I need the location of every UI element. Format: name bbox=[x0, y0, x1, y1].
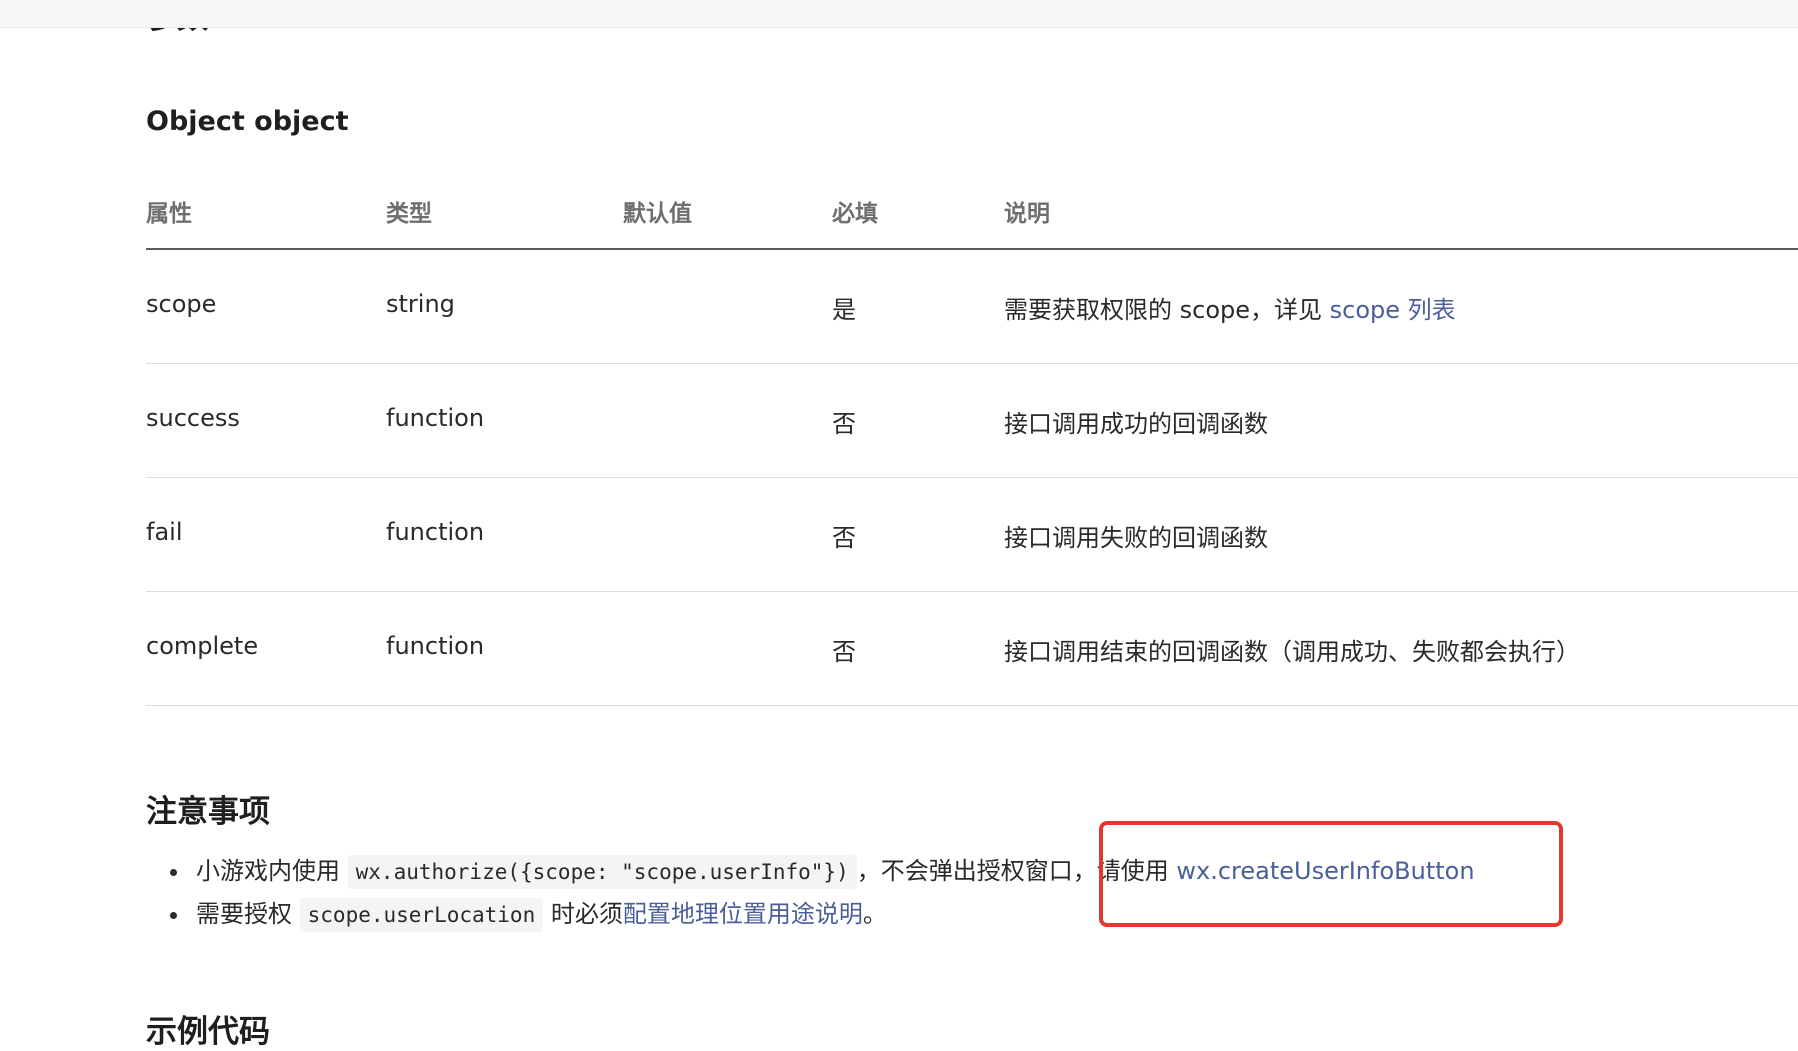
table-row: scope string 是 需要获取权限的 scope，详见 scope 列表 bbox=[146, 250, 1798, 364]
header-property: 属性 bbox=[146, 201, 192, 227]
cell-type: string bbox=[386, 290, 455, 318]
cell-description: 接口调用结束的回调函数（调用成功、失败都会执行） bbox=[1004, 638, 1580, 666]
cell-type: function bbox=[386, 404, 485, 432]
cell-required: 是 bbox=[832, 296, 856, 324]
object-heading: Object object bbox=[146, 106, 349, 137]
bullet-icon bbox=[170, 912, 177, 919]
top-bar bbox=[0, 0, 1798, 28]
cell-description: 需要获取权限的 scope，详见 scope 列表 bbox=[1004, 290, 1456, 325]
cell-name: fail bbox=[146, 518, 183, 546]
cell-name: complete bbox=[146, 632, 259, 660]
cell-required: 否 bbox=[832, 638, 856, 666]
note-pre: 需要授权 bbox=[196, 900, 300, 928]
notes-heading: 注意事项 bbox=[146, 794, 270, 830]
example-heading: 示例代码 bbox=[146, 1014, 270, 1050]
highlight-annotation-box bbox=[1099, 821, 1563, 927]
header-required: 必填 bbox=[832, 201, 878, 227]
table-row: complete function 否 接口调用结束的回调函数（调用成功、失败都… bbox=[146, 592, 1798, 706]
location-config-link[interactable]: 配置地理位置用途说明 bbox=[623, 900, 863, 928]
note-pre: 小游戏内使用 bbox=[196, 857, 348, 885]
note-mid: 时必须 bbox=[543, 900, 623, 928]
cell-type: function bbox=[386, 518, 485, 546]
header-type: 类型 bbox=[386, 201, 432, 227]
cell-required: 否 bbox=[832, 524, 856, 552]
code-user-location: scope.userLocation bbox=[299, 898, 544, 932]
params-table: 属性 类型 默认值 必填 说明 scope string 是 需要获取权限的 s… bbox=[146, 182, 1798, 706]
cell-type: function bbox=[386, 632, 485, 660]
header-default: 默认值 bbox=[623, 201, 692, 227]
cell-name: success bbox=[146, 404, 240, 432]
note-text: 需要授权 scope.userLocation 时必须配置地理位置用途说明。 bbox=[196, 893, 887, 937]
description-text: 需要获取权限的 scope，详见 bbox=[1004, 296, 1330, 324]
table-row: success function 否 接口调用成功的回调函数 bbox=[146, 364, 1798, 478]
header-description: 说明 bbox=[1004, 201, 1050, 227]
table-header: 属性 类型 默认值 必填 说明 bbox=[146, 182, 1798, 250]
cell-required: 否 bbox=[832, 410, 856, 438]
cell-description: 接口调用成功的回调函数 bbox=[1004, 410, 1268, 438]
cell-name: scope bbox=[146, 290, 217, 318]
scope-list-link[interactable]: scope 列表 bbox=[1330, 296, 1456, 324]
code-authorize: wx.authorize({scope: "scope.userInfo"}) bbox=[347, 855, 857, 889]
bullet-icon bbox=[170, 869, 177, 876]
note-post: 。 bbox=[862, 900, 887, 928]
table-row: fail function 否 接口调用失败的回调函数 bbox=[146, 478, 1798, 592]
cell-description: 接口调用失败的回调函数 bbox=[1004, 524, 1268, 552]
